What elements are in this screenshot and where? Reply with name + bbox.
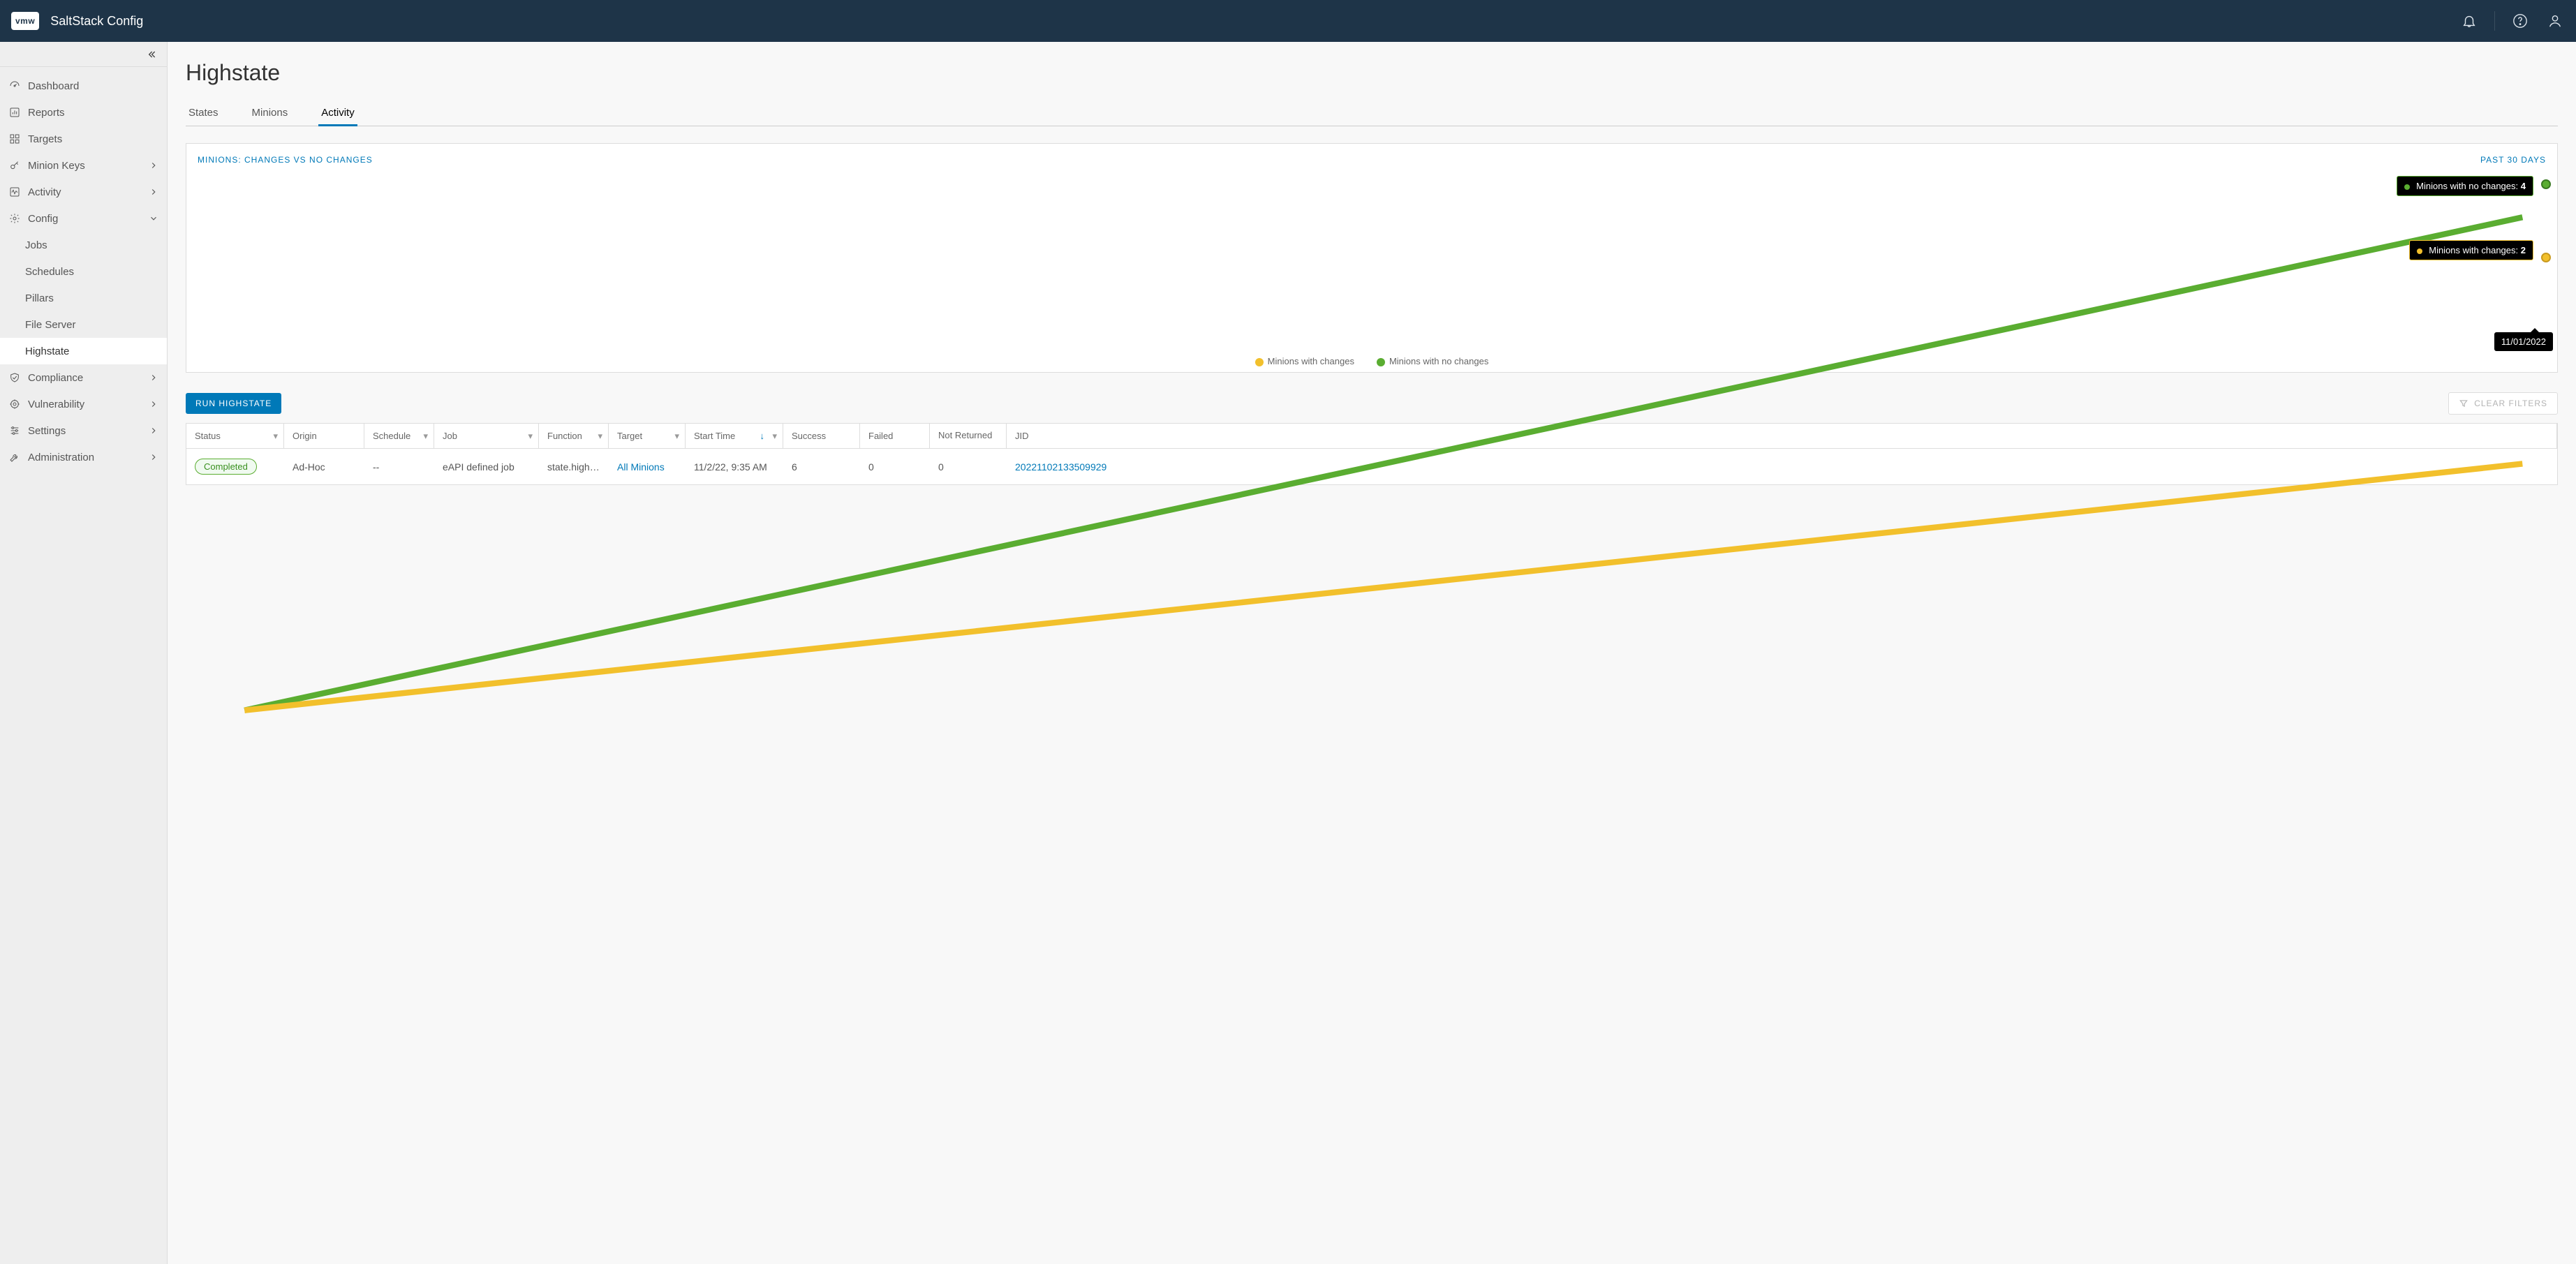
target-icon (8, 398, 21, 410)
chart-tooltip-date: 11/01/2022 (2494, 332, 2553, 351)
sidebar-item-settings[interactable]: Settings (0, 417, 167, 444)
sidebar-item-label: Schedules (25, 266, 158, 278)
sidebar-item-compliance[interactable]: Compliance (0, 364, 167, 391)
sidebar-item-config[interactable]: Config (0, 205, 167, 232)
sidebar-item-vulnerability[interactable]: Vulnerability (0, 391, 167, 417)
chart-area: Minions with no changes: 4 Minions with … (198, 170, 2546, 352)
chevron-right-icon (149, 373, 158, 382)
sidebar-item-label: File Server (25, 319, 158, 331)
chart-tooltip-changes: Minions with changes: 2 (2409, 240, 2533, 260)
filter-icon[interactable]: ▾ (273, 431, 278, 442)
sidebar-item-label: Minion Keys (28, 160, 149, 172)
tabs: States Minions Activity (186, 107, 2558, 126)
chart-range: PAST 30 DAYS (2480, 155, 2546, 165)
filter-icon[interactable]: ▾ (674, 431, 679, 442)
sidebar-item-label: Highstate (25, 345, 158, 357)
chevron-right-icon (149, 399, 158, 409)
line-chart (198, 170, 2546, 781)
filter-icon[interactable]: ▾ (772, 431, 777, 442)
chart-point-no-changes[interactable] (2541, 179, 2551, 189)
column-header-schedule[interactable]: Schedule▾ (364, 424, 434, 448)
gauge-icon (8, 80, 21, 92)
tooltip-label: Minions with no changes: (2416, 181, 2518, 191)
sidebar-item-label: Vulnerability (28, 399, 149, 410)
column-header-function[interactable]: Function▾ (539, 424, 609, 448)
sidebar-item-administration[interactable]: Administration (0, 444, 167, 470)
tooltip-value: 2 (2521, 245, 2526, 255)
tooltip-value: 4 (2521, 181, 2526, 191)
tab-minions[interactable]: Minions (249, 107, 291, 126)
filter-icon[interactable]: ▾ (528, 431, 533, 442)
main-content: Highstate States Minions Activity MINION… (168, 42, 2576, 1264)
sidebar-item-label: Config (28, 213, 149, 225)
table-header: Status▾ Origin Schedule▾ Job▾ Function▾ … (186, 424, 2557, 449)
sidebar-item-label: Targets (28, 133, 158, 145)
sidebar-item-highstate[interactable]: Highstate (0, 338, 167, 364)
sidebar-item-label: Jobs (25, 239, 158, 251)
sidebar-item-label: Dashboard (28, 80, 158, 92)
sidebar: Dashboard Reports Targets Minion Keys (0, 42, 168, 1264)
tooltip-date: 11/01/2022 (2501, 336, 2546, 347)
sidebar-item-minion-keys[interactable]: Minion Keys (0, 152, 167, 179)
chart-title: MINIONS: CHANGES VS NO CHANGES (198, 155, 373, 165)
column-header-jid[interactable]: JID (1007, 424, 2557, 448)
bell-icon[interactable] (2459, 11, 2479, 31)
sidebar-item-label: Administration (28, 452, 149, 463)
chart-point-changes[interactable] (2541, 253, 2551, 262)
gear-icon (8, 212, 21, 225)
sidebar-item-label: Compliance (28, 372, 149, 384)
chevron-right-icon (149, 161, 158, 170)
sort-desc-icon[interactable]: ↓ (760, 431, 765, 441)
sidebar-item-jobs[interactable]: Jobs (0, 232, 167, 258)
column-header-origin[interactable]: Origin (284, 424, 364, 448)
sidebar-item-dashboard[interactable]: Dashboard (0, 73, 167, 99)
shield-icon (8, 371, 21, 384)
tab-activity[interactable]: Activity (318, 107, 357, 126)
column-header-failed[interactable]: Failed (860, 424, 930, 448)
grid-icon (8, 133, 21, 145)
wrench-icon (8, 451, 21, 463)
sidebar-item-targets[interactable]: Targets (0, 126, 167, 152)
chevron-down-icon (149, 214, 158, 223)
chart-card: MINIONS: CHANGES VS NO CHANGES PAST 30 D… (186, 143, 2558, 373)
help-icon[interactable] (2510, 11, 2530, 31)
column-header-job[interactable]: Job▾ (434, 424, 539, 448)
sidebar-item-label: Activity (28, 186, 149, 198)
barchart-icon (8, 106, 21, 119)
filter-icon[interactable]: ▾ (423, 431, 428, 442)
sidebar-item-pillars[interactable]: Pillars (0, 285, 167, 311)
sidebar-item-file-server[interactable]: File Server (0, 311, 167, 338)
sliders-icon (8, 424, 21, 437)
tab-states[interactable]: States (186, 107, 221, 126)
filter-icon[interactable]: ▾ (598, 431, 602, 442)
column-header-not-returned[interactable]: Not Returned (930, 424, 1007, 448)
sidebar-item-activity[interactable]: Activity (0, 179, 167, 205)
column-header-success[interactable]: Success (783, 424, 860, 448)
sidebar-item-label: Reports (28, 107, 158, 119)
column-header-status[interactable]: Status▾ (186, 424, 284, 448)
column-header-target[interactable]: Target▾ (609, 424, 686, 448)
chevron-right-icon (149, 426, 158, 436)
app-header: vmw SaltStack Config (0, 0, 2576, 42)
app-title: SaltStack Config (50, 14, 143, 29)
sidebar-item-reports[interactable]: Reports (0, 99, 167, 126)
key-icon (8, 159, 21, 172)
tooltip-label: Minions with changes: (2429, 245, 2518, 255)
sidebar-item-label: Pillars (25, 292, 158, 304)
sidebar-collapse[interactable] (0, 42, 167, 67)
user-icon[interactable] (2545, 11, 2565, 31)
sidebar-item-schedules[interactable]: Schedules (0, 258, 167, 285)
vmw-logo: vmw (11, 12, 39, 30)
chevron-right-icon (149, 452, 158, 462)
page-title: Highstate (186, 60, 2558, 86)
column-header-start-time[interactable]: Start Time ↓ ▾ (686, 424, 783, 448)
chevron-right-icon (149, 187, 158, 197)
sidebar-item-label: Settings (28, 425, 149, 437)
chart-tooltip-no-changes: Minions with no changes: 4 (2397, 176, 2533, 196)
pulse-icon (8, 186, 21, 198)
